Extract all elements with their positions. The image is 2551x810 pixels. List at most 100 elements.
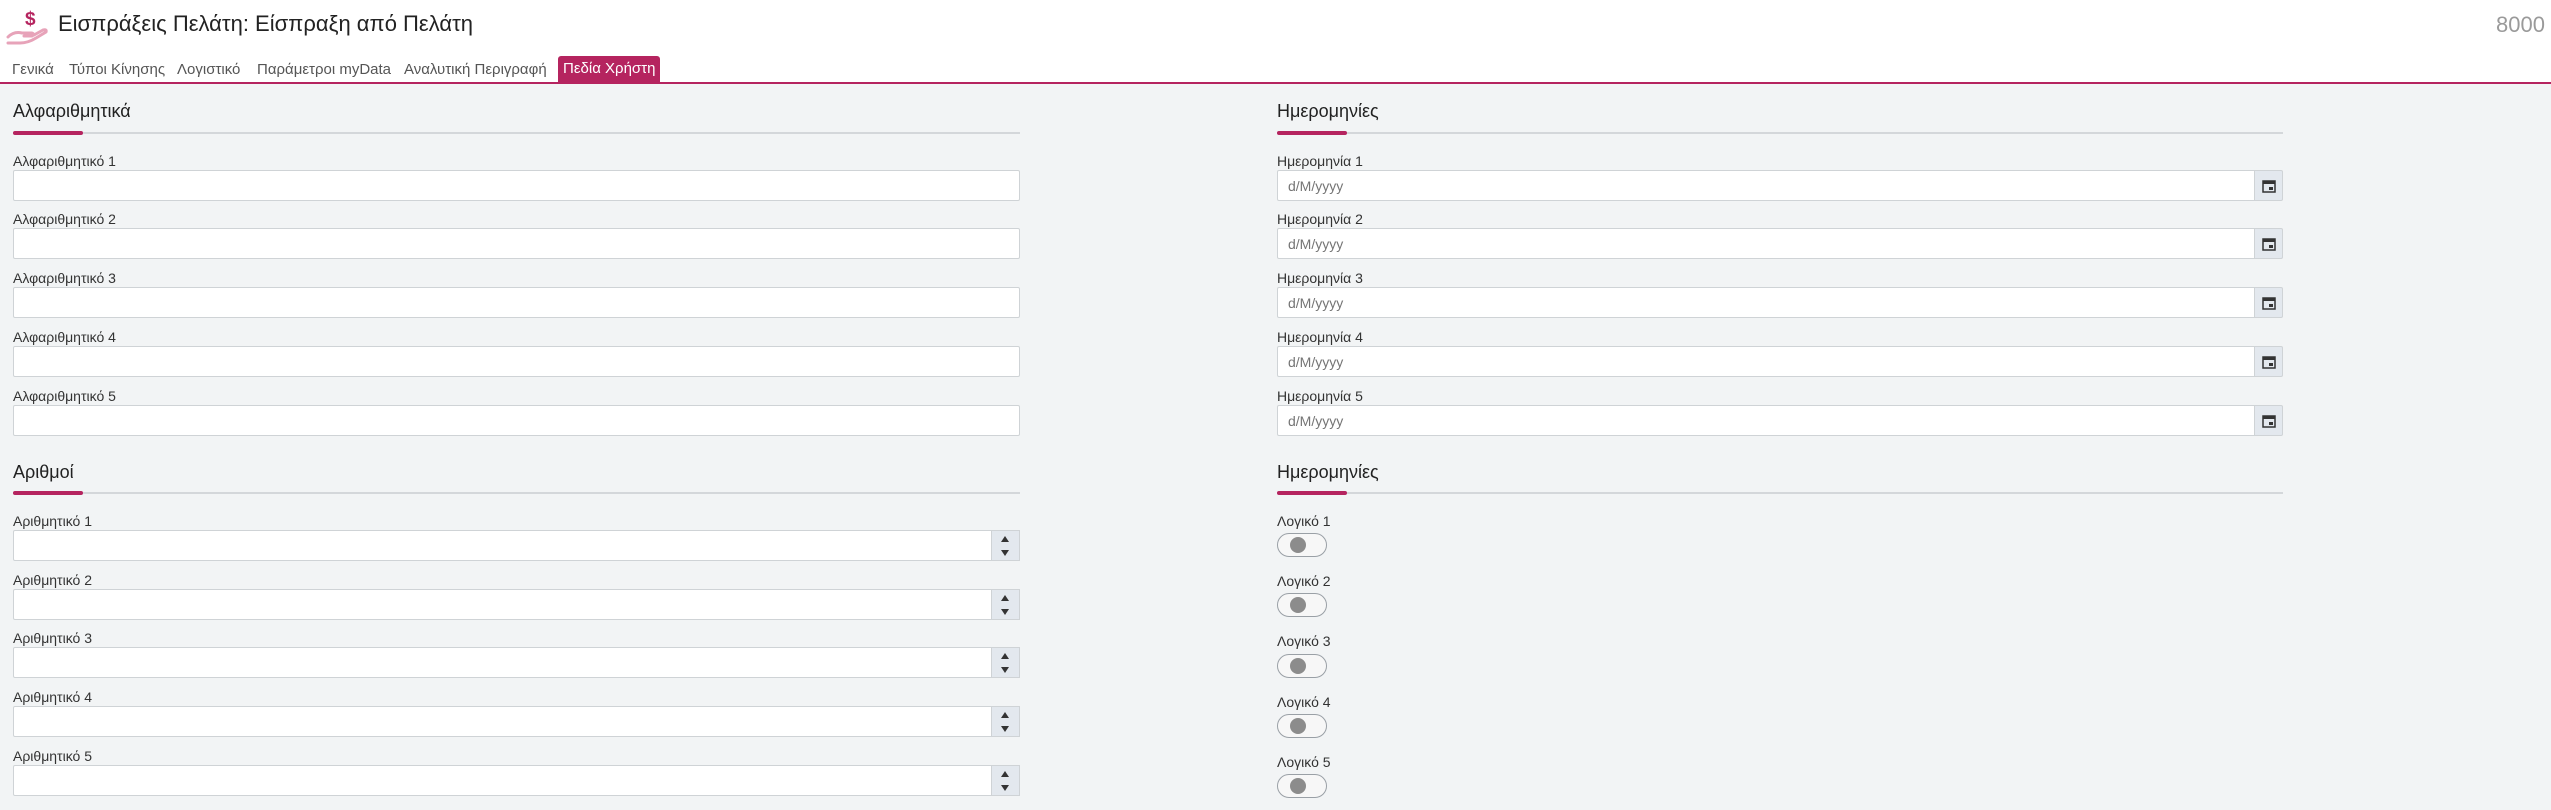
calendar-icon: [2261, 414, 2276, 428]
caret-down-icon: [1001, 726, 1009, 732]
decrement-button[interactable]: [992, 722, 1018, 736]
numeric-5-field: [13, 765, 1020, 796]
section-divider: [1277, 131, 2283, 135]
page-title: Εισπράξεις Πελάτη: Είσπραξη από Πελάτη: [58, 11, 474, 36]
boolean-5-toggle[interactable]: [1277, 774, 1327, 798]
section-divider: [13, 491, 1020, 495]
tab-user-fields[interactable]: Πεδία Χρήστη: [558, 56, 661, 82]
numeric-stepper: [992, 647, 1020, 678]
numeric-3-input[interactable]: [13, 647, 992, 678]
numeric-stepper: [992, 589, 1020, 620]
numeric-1-label: Αριθμητικό 1: [13, 513, 92, 529]
caret-down-icon: [1001, 550, 1009, 556]
boolean-2-label: Λογικό 2: [1277, 573, 1331, 589]
caret-up-icon: [1001, 712, 1009, 718]
alphanumeric-5-label: Αλφαριθμητικό 5: [13, 388, 116, 404]
calendar-button[interactable]: [2255, 228, 2283, 259]
numeric-2-field: [13, 589, 1020, 620]
numeric-4-label: Αριθμητικό 4: [13, 689, 92, 705]
boolean-3-label: Λογικό 3: [1277, 633, 1331, 649]
alphanumeric-5-input[interactable]: [13, 405, 1020, 436]
calendar-button[interactable]: [2255, 346, 2283, 377]
date-2-label: Ημερομηνία 2: [1277, 211, 1363, 227]
increment-button[interactable]: [992, 532, 1018, 546]
date-5-label: Ημερομηνία 5: [1277, 388, 1363, 404]
calendar-button[interactable]: [2255, 170, 2283, 201]
numeric-1-field: [13, 530, 1020, 561]
boolean-1-label: Λογικό 1: [1277, 513, 1331, 529]
tab-mydata-parameters[interactable]: Παράμετροι myData: [252, 59, 396, 81]
section-title-dates: Ημερομηνίες: [1277, 101, 1379, 121]
alphanumeric-2-label: Αλφαριθμητικό 2: [13, 211, 116, 227]
boolean-5-label: Λογικό 5: [1277, 754, 1331, 770]
increment-button[interactable]: [992, 591, 1018, 605]
section-divider: [13, 131, 1020, 135]
increment-button[interactable]: [992, 708, 1018, 722]
tab-accounting[interactable]: Λογιστικό: [172, 59, 245, 81]
date-4-input[interactable]: [1277, 346, 2255, 377]
alphanumeric-1-input[interactable]: [13, 170, 1020, 201]
calendar-button[interactable]: [2255, 405, 2283, 436]
tab-movement-types[interactable]: Τύποι Κίνησης: [64, 59, 170, 81]
decrement-button[interactable]: [992, 546, 1018, 560]
calendar-button[interactable]: [2255, 287, 2283, 318]
alphanumeric-3-input[interactable]: [13, 287, 1020, 318]
calendar-icon: [2261, 179, 2276, 193]
numeric-5-label: Αριθμητικό 5: [13, 748, 92, 764]
caret-down-icon: [1001, 609, 1009, 615]
numeric-4-field: [13, 706, 1020, 737]
decrement-button[interactable]: [992, 781, 1018, 795]
date-4-picker: [1277, 346, 2283, 377]
decrement-button[interactable]: [992, 605, 1018, 619]
numeric-3-field: [13, 647, 1020, 678]
numeric-stepper: [992, 530, 1020, 561]
numeric-2-input[interactable]: [13, 589, 992, 620]
section-title-alphanumeric: Αλφαριθμητικά: [13, 101, 131, 121]
boolean-4-label: Λογικό 4: [1277, 694, 1331, 710]
numeric-4-input[interactable]: [13, 706, 992, 737]
boolean-3-toggle[interactable]: [1277, 654, 1327, 678]
calendar-icon: [2261, 296, 2276, 310]
alphanumeric-4-input[interactable]: [13, 346, 1020, 377]
alphanumeric-2-input[interactable]: [13, 228, 1020, 259]
date-3-input[interactable]: [1277, 287, 2255, 318]
tab-general[interactable]: Γενικά: [7, 59, 59, 81]
increment-button[interactable]: [992, 767, 1018, 781]
caret-up-icon: [1001, 771, 1009, 777]
numeric-stepper: [992, 765, 1020, 796]
boolean-2-toggle[interactable]: [1277, 593, 1327, 617]
caret-up-icon: [1001, 595, 1009, 601]
svg-text:$: $: [25, 9, 36, 30]
boolean-4-toggle[interactable]: [1277, 714, 1327, 738]
section-divider: [1277, 491, 2283, 495]
page-header: $ Εισπράξεις Πελάτη: Είσπραξη από Πελάτη…: [0, 0, 2551, 56]
date-1-picker: [1277, 170, 2283, 201]
date-3-label: Ημερομηνία 3: [1277, 270, 1363, 286]
date-4-label: Ημερομηνία 4: [1277, 329, 1363, 345]
increment-button[interactable]: [992, 649, 1018, 663]
date-5-input[interactable]: [1277, 405, 2255, 436]
numeric-stepper: [992, 706, 1020, 737]
numeric-1-input[interactable]: [13, 530, 992, 561]
alphanumeric-4-label: Αλφαριθμητικό 4: [13, 329, 116, 345]
calendar-icon: [2261, 237, 2276, 251]
boolean-1-toggle[interactable]: [1277, 533, 1327, 557]
decrement-button[interactable]: [992, 663, 1018, 677]
tab-bar: Γενικά Τύποι Κίνησης Λογιστικό Παράμετρο…: [0, 56, 2551, 84]
caret-down-icon: [1001, 667, 1009, 673]
section-title-numbers: Αριθμοί: [13, 462, 74, 482]
calendar-icon: [2261, 355, 2276, 369]
numeric-5-input[interactable]: [13, 765, 992, 796]
date-1-label: Ημερομηνία 1: [1277, 153, 1363, 169]
numeric-2-label: Αριθμητικό 2: [13, 572, 92, 588]
numeric-3-label: Αριθμητικό 3: [13, 630, 92, 646]
date-3-picker: [1277, 287, 2283, 318]
alphanumeric-3-label: Αλφαριθμητικό 3: [13, 270, 116, 286]
tab-detailed-description[interactable]: Αναλυτική Περιγραφή: [399, 59, 552, 81]
alphanumeric-1-label: Αλφαριθμητικό 1: [13, 153, 116, 169]
section-title-booleans: Ημερομηνίες: [1277, 462, 1379, 482]
hand-dollar-icon: $: [6, 9, 48, 45]
date-1-input[interactable]: [1277, 170, 2255, 201]
date-2-input[interactable]: [1277, 228, 2255, 259]
caret-up-icon: [1001, 653, 1009, 659]
